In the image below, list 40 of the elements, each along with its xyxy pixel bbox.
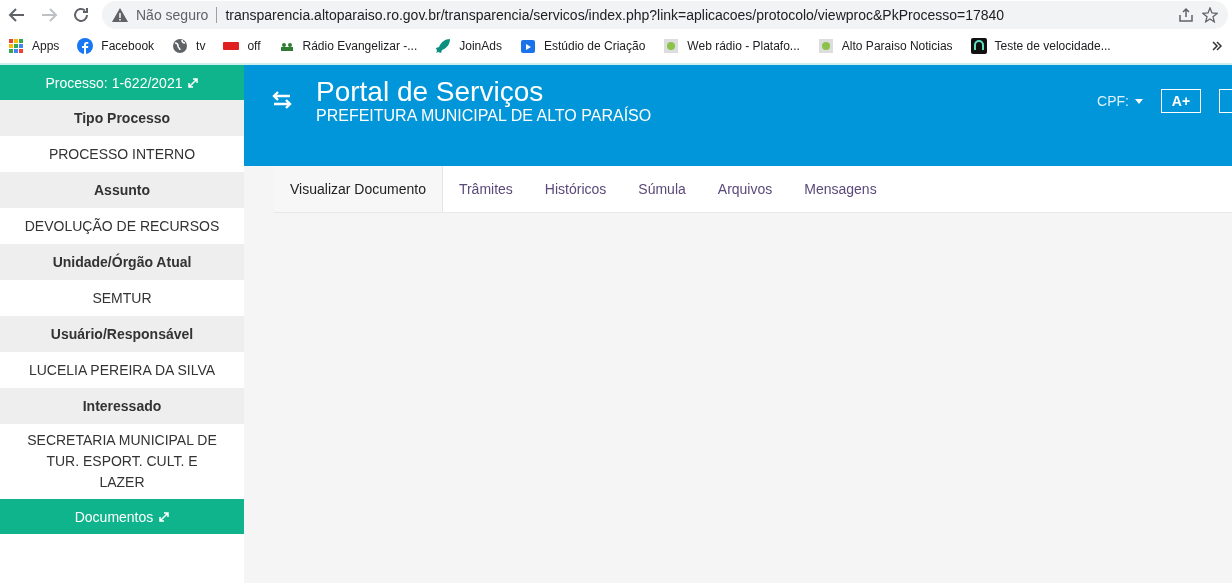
swap-icon[interactable] (272, 91, 292, 109)
bookmark[interactable]: Estúdio de Criação (519, 37, 646, 54)
expand-icon (159, 511, 170, 522)
bookmark[interactable]: Teste de velocidade... (970, 37, 1111, 54)
bookmark[interactable]: JoinAds (435, 37, 502, 54)
url-text: transparencia.altoparaiso.ro.gov.br/transparencia/servicos/index.php?link=aplicacoes/protocolo/viewproc&PkProcesso=17840 (225, 7, 1006, 23)
facebook-icon (77, 37, 94, 54)
bookmark[interactable]: Alto Paraiso Noticias (817, 37, 953, 54)
bookmark[interactable]: Facebook (77, 37, 155, 54)
portal-title: Portal de Serviços (316, 77, 545, 107)
video-icon (519, 37, 536, 54)
bookmark[interactable]: tv (172, 37, 206, 54)
portal-subtitle: PREFEITURA MUNICIPAL DE ALTO PARAÍSO (316, 107, 653, 125)
security-label: Não seguro (136, 7, 218, 23)
bookmark[interactable]: Apps (8, 37, 60, 54)
site-icon (663, 37, 680, 54)
star-icon[interactable] (1202, 7, 1218, 23)
warning-icon (112, 8, 128, 22)
site-icon (817, 37, 834, 54)
field-label: Tipo Processo (0, 100, 244, 136)
expand-icon (188, 77, 199, 88)
bookmark[interactable]: Rádio Evangelizar -... (278, 37, 418, 54)
rocket-icon (435, 37, 452, 54)
globe-icon (172, 37, 189, 54)
tab[interactable]: Visualizar Documento (274, 166, 443, 212)
process-title: Processo: 1-622/2021 (45, 74, 183, 91)
field-label: Unidade/Órgão Atual (0, 244, 244, 280)
documents-title: Documentos (74, 508, 154, 525)
address-bar[interactable]: Não seguro transparencia.altoparaiso.ro.gov.br/transparencia/servicos/index.php?link=aplicacoes/protocolo/viewproc&PkProcesso=17840 (102, 1, 1228, 29)
field-label: Interessado (0, 388, 244, 424)
bookmark[interactable]: Web rádio - Platafo... (663, 37, 800, 54)
bookmark[interactable]: off (223, 37, 261, 54)
field-label: Usuário/Responsável (0, 316, 244, 352)
field-label: Assunto (0, 172, 244, 208)
share-icon[interactable] (1178, 7, 1194, 23)
header-button[interactable] (1219, 89, 1232, 113)
more-bookmarks-icon[interactable] (1212, 40, 1222, 51)
caret-icon (1135, 98, 1143, 104)
speed-icon (970, 37, 987, 54)
apps-grid-icon (8, 37, 24, 54)
